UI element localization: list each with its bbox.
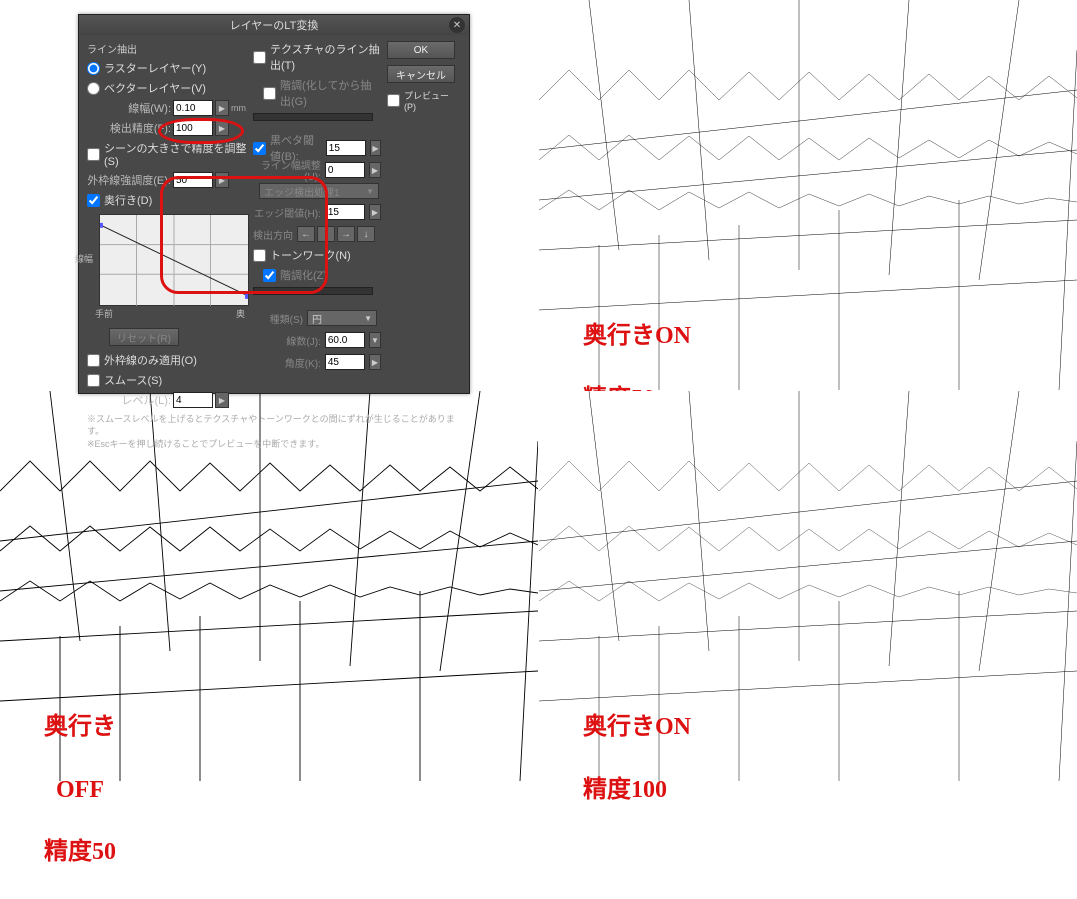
lineadj-input[interactable]	[325, 162, 365, 178]
ok-button[interactable]: OK	[387, 41, 455, 59]
detect-dir-label: 検出方向	[253, 227, 293, 242]
blackfill-spin[interactable]: ▶	[370, 140, 381, 156]
lines-spin[interactable]: ▼	[369, 332, 381, 348]
arrow-left-icon[interactable]: ←	[297, 226, 315, 242]
scene-scale-check[interactable]: シーンの大きさで精度を調整(S)	[87, 140, 247, 168]
preview-check[interactable]: プレビュー(P)	[387, 89, 455, 112]
annotation-q3-l1: 奥行き	[44, 714, 116, 740]
level-spin[interactable]: ▶	[215, 392, 229, 408]
graph-x-far: 奥	[236, 307, 245, 320]
line-width-unit: mm	[231, 103, 246, 113]
edge-method-dropdown[interactable]: エッジ検出処理1▼	[259, 183, 379, 199]
accuracy-label: 検出精度(F):	[87, 120, 171, 136]
depth-graph[interactable]	[99, 214, 249, 306]
close-icon[interactable]: ✕	[449, 17, 465, 33]
depth-check[interactable]: 奥行き(D)	[87, 192, 247, 208]
lines-input[interactable]	[325, 332, 365, 348]
lineadj-label: ライン幅調整(U):	[253, 157, 321, 183]
smooth-check[interactable]: スムース(S)	[87, 372, 247, 388]
annotation-q3-l2: OFF	[44, 777, 104, 803]
angle-spin[interactable]: ▶	[369, 354, 381, 370]
lineadj-spin[interactable]: ▶	[369, 162, 381, 178]
outline-input[interactable]	[173, 172, 213, 188]
type-dropdown[interactable]: 円▼	[307, 310, 377, 326]
accuracy-input[interactable]	[173, 120, 213, 136]
gradation2-check[interactable]: 階調化(Z)	[263, 267, 381, 283]
level-input[interactable]	[173, 392, 213, 408]
tone-slider[interactable]	[253, 287, 373, 295]
annotation-q3-l3: 精度50	[44, 839, 116, 865]
annotation-q4-l1: 奥行きON	[583, 714, 691, 740]
arrow-down-icon[interactable]: ↓	[357, 226, 375, 242]
note-smooth: ※スムースレベルを上げるとテクスチャやトーンワークとの間にずれが生じることがあり…	[87, 414, 461, 437]
graph-x-near: 手前	[95, 307, 113, 320]
angle-input[interactable]	[325, 354, 365, 370]
radio-raster[interactable]: ラスターレイヤー(Y)	[87, 60, 247, 76]
section-line-extract: ライン抽出	[87, 41, 247, 56]
annotation-q2-l1: 奥行きON	[583, 323, 691, 349]
edgethresh-input[interactable]	[325, 204, 365, 220]
angle-label: 角度(K):	[253, 355, 321, 370]
annotation-q4-l2: 精度100	[583, 777, 667, 803]
lines-label: 線数(J):	[253, 333, 321, 348]
outline-label: 外枠線強調度(E):	[87, 172, 171, 188]
radio-vector[interactable]: ベクターレイヤー(V)	[87, 80, 247, 96]
line-width-input[interactable]	[173, 100, 213, 116]
edgethresh-label: エッジ閾値(H):	[253, 205, 321, 220]
arrow-right-icon[interactable]: →	[337, 226, 355, 242]
arrow-up-icon[interactable]: ↑	[317, 226, 335, 242]
note-esc: ※Escキーを押し続けることでプレビューを中断できます。	[87, 439, 461, 451]
dialog-titlebar[interactable]: レイヤーのLT変換 ✕	[79, 15, 469, 35]
accuracy-spin[interactable]: ▶	[215, 120, 229, 136]
level-label: レベル(L):	[87, 392, 171, 408]
outline-only-check[interactable]: 外枠線のみ適用(O)	[87, 352, 247, 368]
outline-spin[interactable]: ▶	[215, 172, 229, 188]
detect-dir-arrows: ← ↑ → ↓	[297, 226, 375, 242]
line-width-spin[interactable]: ▶	[215, 100, 229, 116]
reset-button[interactable]: リセット(R)	[109, 328, 179, 346]
tonework-check[interactable]: トーンワーク(N)	[253, 247, 381, 263]
graph-ylabel: 線幅	[75, 252, 93, 265]
type-label: 種類(S)	[253, 311, 303, 326]
lt-convert-dialog: レイヤーのLT変換 ✕ ライン抽出 ラスターレイヤー(Y) ベクターレイヤー(V…	[78, 14, 470, 394]
cancel-button[interactable]: キャンセル	[387, 65, 455, 83]
blackfill-input[interactable]	[326, 140, 366, 156]
edgethresh-spin[interactable]: ▶	[369, 204, 381, 220]
gradation-slider[interactable]	[253, 113, 373, 121]
dialog-title: レイヤーのLT変換	[230, 17, 319, 33]
gradation-check[interactable]: 階調(化してから抽出(G)	[263, 77, 381, 109]
texture-line-check[interactable]: テクスチャのライン抽出(T)	[253, 41, 381, 73]
line-width-label: 線幅(W):	[87, 100, 171, 116]
